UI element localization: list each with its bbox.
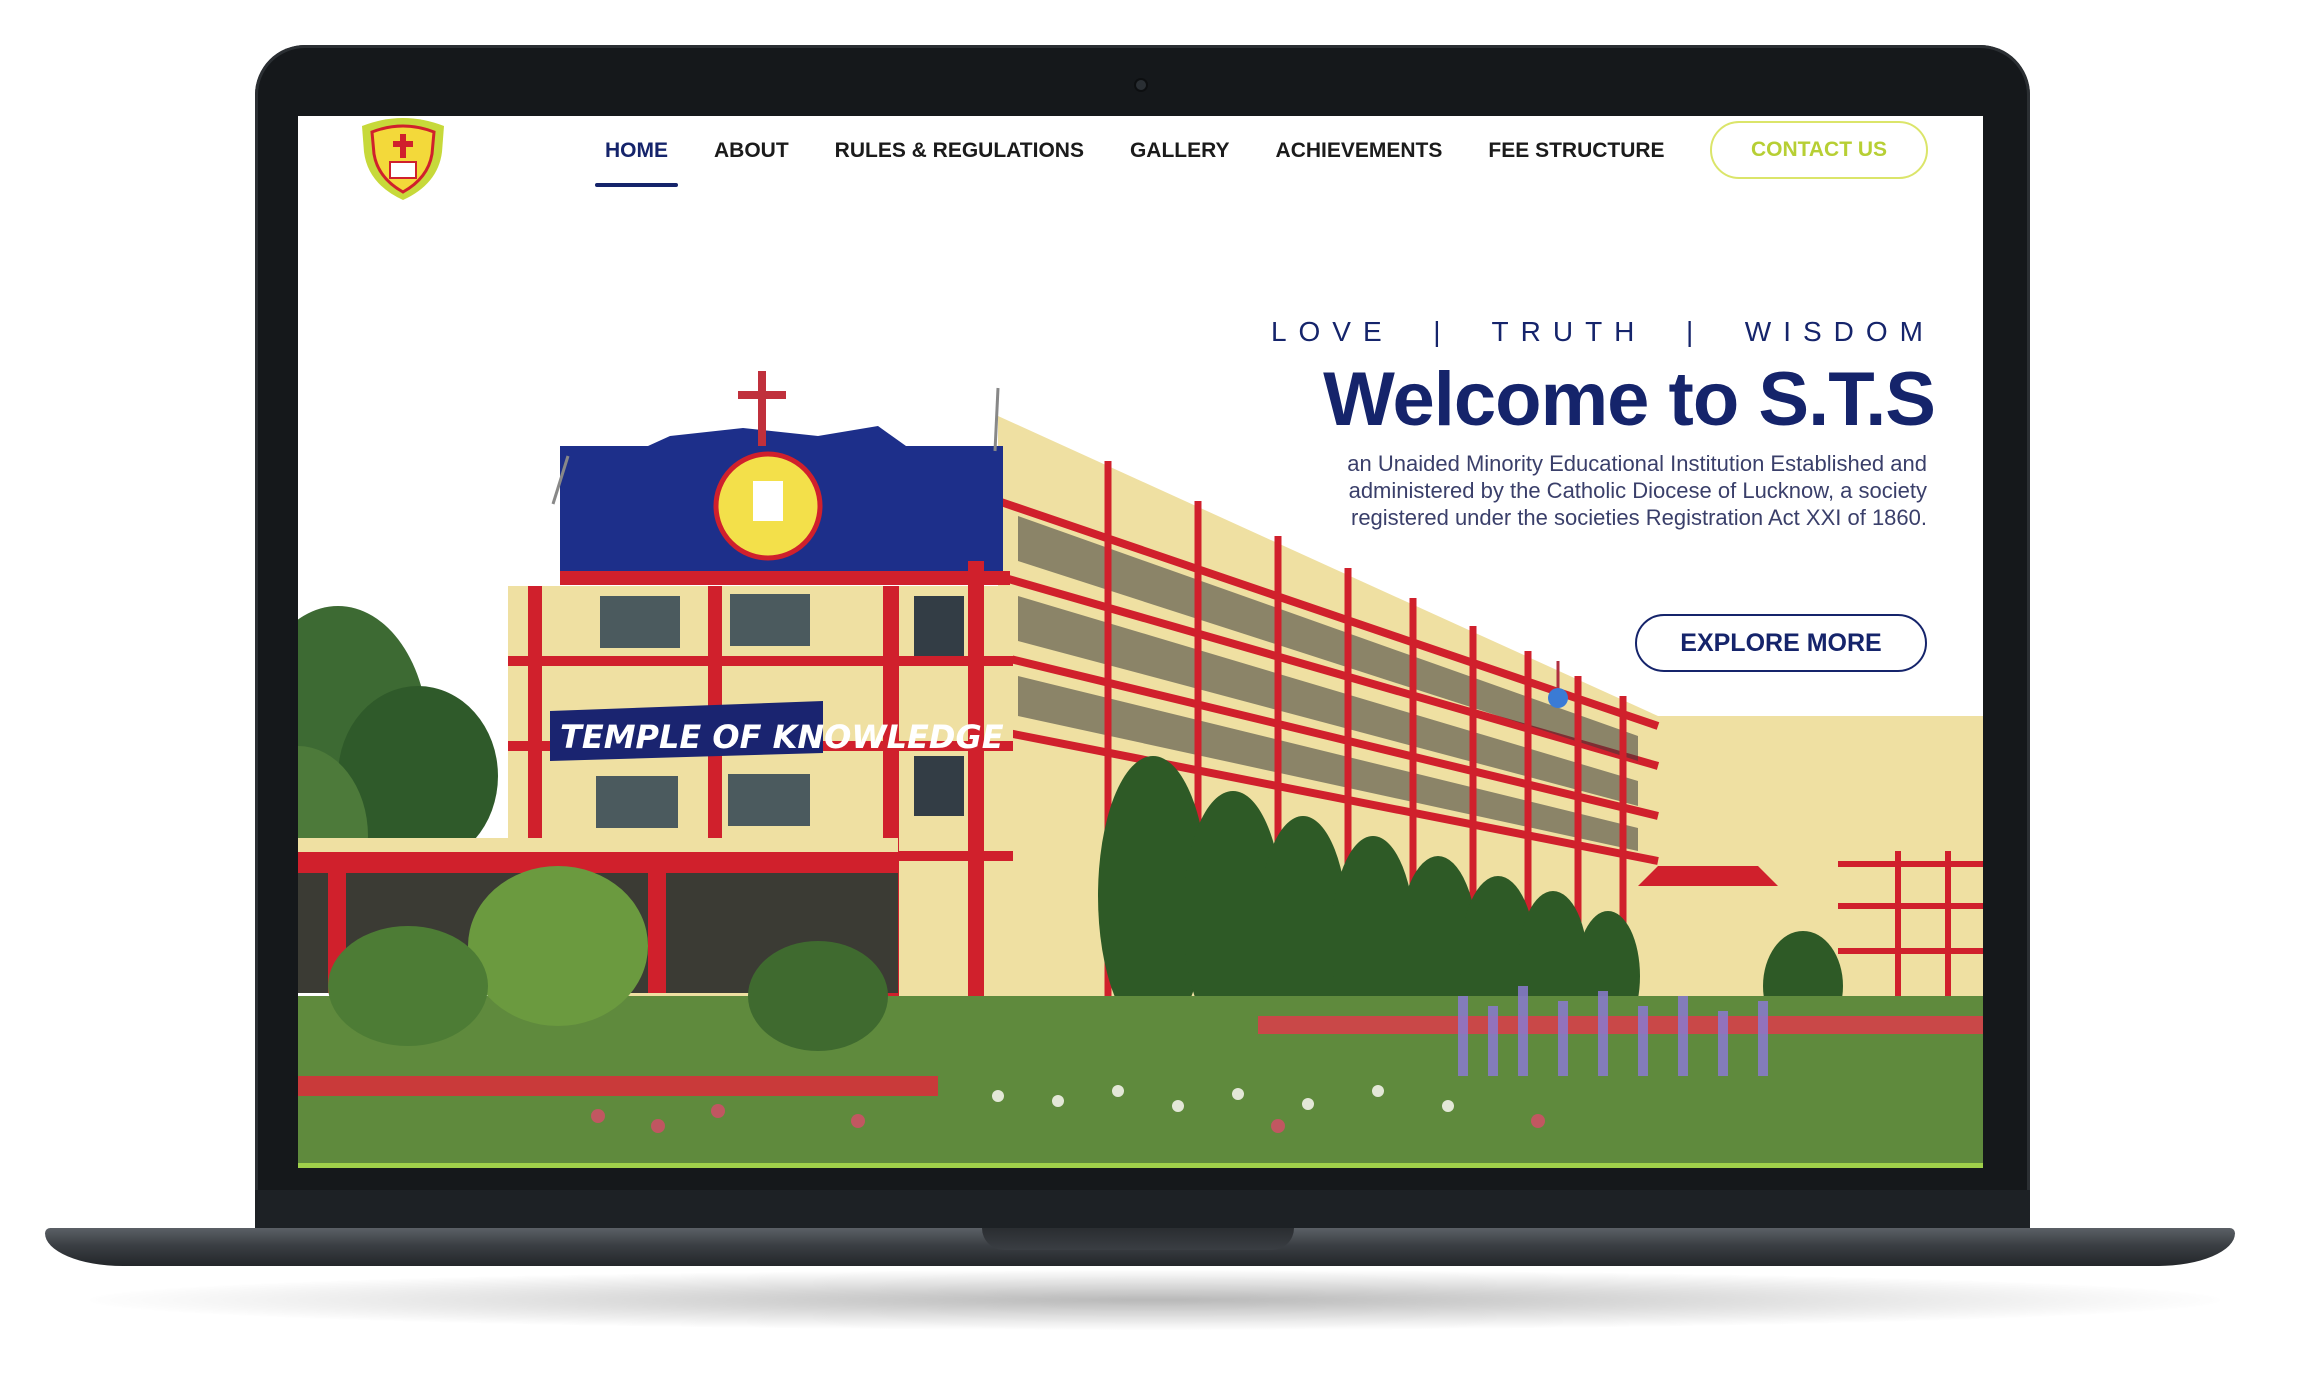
nav-about[interactable]: ABOUT	[714, 139, 789, 163]
school-logo[interactable]	[356, 116, 450, 204]
nav-achievements[interactable]: ACHIEVEMENTS	[1276, 139, 1443, 163]
main-navigation: HOME ABOUT RULES & REGULATIONS GALLERY A…	[595, 116, 1711, 187]
laptop-shadow	[90, 1270, 2220, 1330]
website-screen: TEMPLE OF KNOWLEDGE HOME ABOUT RULES & R…	[298, 116, 1983, 1168]
nav-gallery[interactable]: GALLERY	[1130, 139, 1230, 163]
hero-title: Welcome to S.T.S	[1323, 357, 1936, 442]
hero-description: an Unaided Minority Educational Institut…	[1347, 451, 1927, 530]
nav-fee-structure[interactable]: FEE STRUCTURE	[1488, 139, 1664, 163]
building-sign-text: TEMPLE OF KNOWLEDGE	[560, 718, 1004, 756]
webcam	[1136, 80, 1146, 90]
bottom-accent-line	[298, 1163, 1983, 1168]
nav-home[interactable]: HOME	[595, 139, 678, 187]
laptop-notch	[982, 1228, 1294, 1250]
nav-rules-regulations[interactable]: RULES & REGULATIONS	[835, 139, 1084, 163]
contact-us-button[interactable]: CONTACT US	[1710, 121, 1928, 179]
explore-more-button[interactable]: EXPLORE MORE	[1635, 614, 1927, 672]
hero-tagline: LOVE | TRUTH | WISDOM	[1270, 316, 1935, 347]
